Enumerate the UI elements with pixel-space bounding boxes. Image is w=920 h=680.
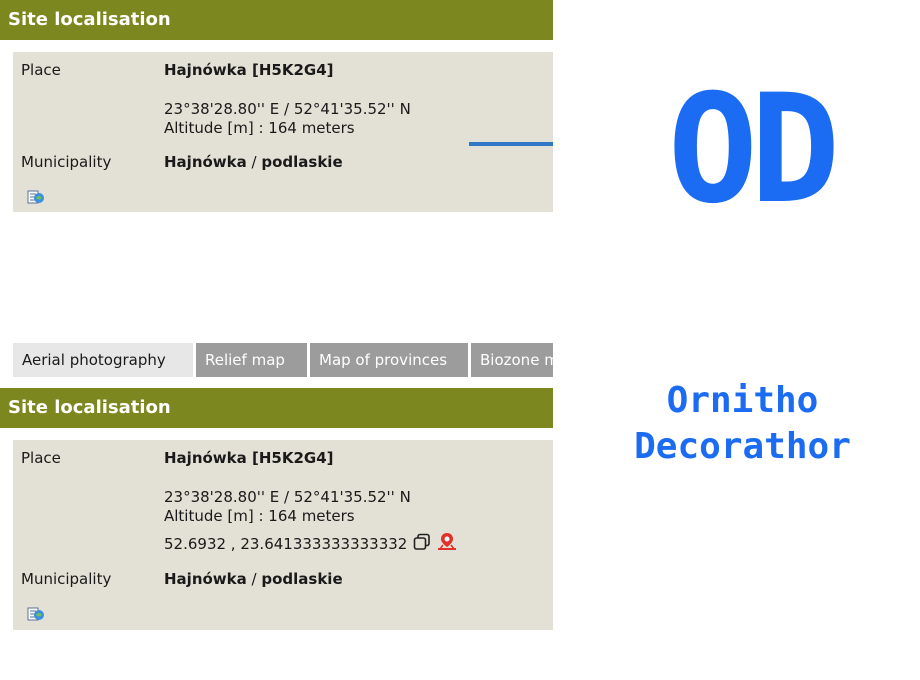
site-localisation-header-2: Site localisation bbox=[0, 388, 553, 428]
decimal-coordinates-row: 52.6932 , 23.641333333333332 bbox=[164, 532, 458, 557]
map-tabs: Aerial photography Relief map Map of pro… bbox=[13, 343, 553, 377]
place-label-2: Place bbox=[21, 449, 61, 467]
tab-biozone-map[interactable]: Biozone m bbox=[471, 343, 553, 377]
municipality-separator-2: / bbox=[246, 570, 262, 588]
municipality-name-2[interactable]: Hajnówka bbox=[164, 570, 247, 588]
place-value-2[interactable]: Hajnówka [H5K2G4] bbox=[164, 449, 334, 467]
coordinates-block-2: 23°38'28.80'' E / 52°41'35.52'' N Altitu… bbox=[164, 488, 458, 557]
copy-icon[interactable] bbox=[413, 533, 431, 556]
municipality-region-2[interactable]: podlaskie bbox=[261, 570, 342, 588]
tab-map-of-provinces[interactable]: Map of provinces bbox=[310, 343, 468, 377]
municipality-name[interactable]: Hajnówka bbox=[164, 153, 247, 171]
header-title-2: Site localisation bbox=[8, 397, 171, 418]
map-export-icon[interactable] bbox=[27, 189, 45, 205]
place-label: Place bbox=[21, 61, 61, 79]
dms-coordinates: 23°38'28.80'' E / 52°41'35.52'' N bbox=[164, 100, 411, 118]
logo-line-2: Decorathor bbox=[634, 426, 851, 467]
logo-od: OD bbox=[667, 63, 841, 237]
dms-coordinates-2: 23°38'28.80'' E / 52°41'35.52'' N bbox=[164, 488, 411, 506]
municipality-separator: / bbox=[246, 153, 262, 171]
coordinates-block: 23°38'28.80'' E / 52°41'35.52'' N Altitu… bbox=[164, 100, 411, 138]
municipality-region[interactable]: podlaskie bbox=[261, 153, 342, 171]
tab-aerial-photography[interactable]: Aerial photography bbox=[13, 343, 193, 377]
tab-relief-map[interactable]: Relief map bbox=[196, 343, 307, 377]
municipality-label-2: Municipality bbox=[21, 570, 112, 588]
map-export-icon-2[interactable] bbox=[27, 606, 45, 622]
altitude-2: Altitude [m] : 164 meters bbox=[164, 507, 355, 525]
municipality-value-2[interactable]: Hajnówka / podlaskie bbox=[164, 570, 343, 588]
site-localisation-header: Site localisation bbox=[0, 0, 553, 40]
logo-wordmark: Ornitho Decorathor bbox=[585, 378, 900, 470]
logo-line-1: Ornitho bbox=[666, 380, 819, 421]
map-pin-icon[interactable] bbox=[436, 532, 458, 557]
header-title: Site localisation bbox=[8, 9, 171, 30]
municipality-value[interactable]: Hajnówka / podlaskie bbox=[164, 153, 343, 171]
municipality-label: Municipality bbox=[21, 153, 112, 171]
accent-line bbox=[469, 142, 553, 146]
altitude: Altitude [m] : 164 meters bbox=[164, 119, 355, 137]
site-localisation-panel-2: Place Hajnówka [H5K2G4] 23°38'28.80'' E … bbox=[13, 440, 553, 630]
place-value[interactable]: Hajnówka [H5K2G4] bbox=[164, 61, 334, 79]
site-localisation-panel: Place Hajnówka [H5K2G4] 23°38'28.80'' E … bbox=[13, 52, 553, 212]
decimal-coordinates: 52.6932 , 23.641333333333332 bbox=[164, 535, 408, 553]
